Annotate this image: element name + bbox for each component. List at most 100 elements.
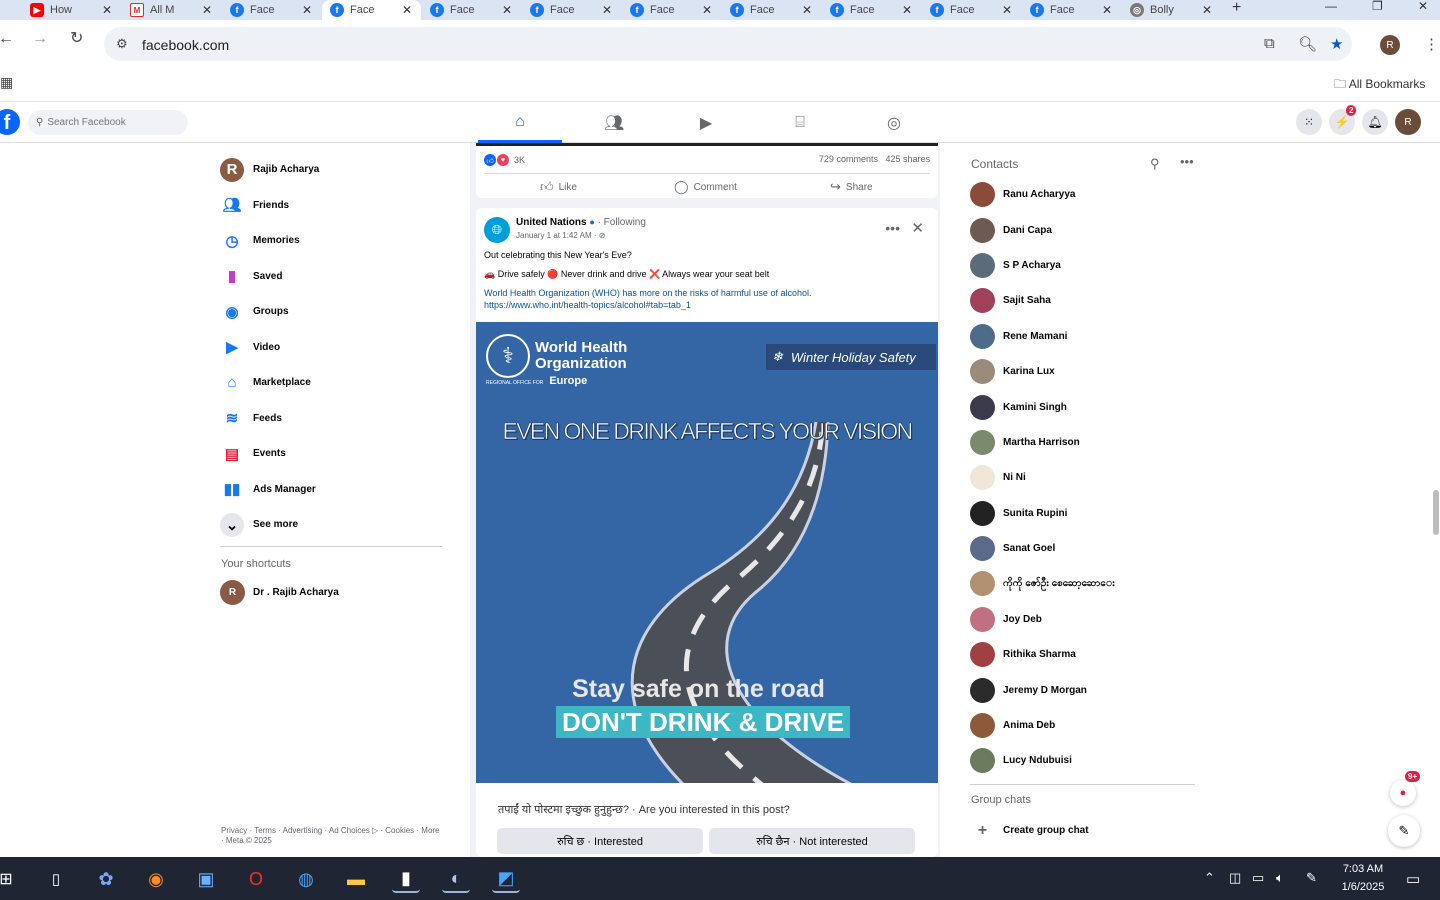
opera-icon[interactable]: O: [242, 865, 270, 893]
contacts-search-icon[interactable]: ⚲: [1150, 156, 1160, 172]
sidebar-item-friends[interactable]: 👥︎ Friends: [220, 188, 442, 224]
bookmark-star-icon[interactable]: ★: [1330, 35, 1343, 53]
close-tab-icon[interactable]: ✕: [199, 3, 215, 17]
browser-tab[interactable]: ▶ How ✕: [22, 0, 121, 20]
nav-friends-tab[interactable]: 👥︎: [572, 103, 656, 143]
create-group-chat-button[interactable]: + Create group chat: [970, 818, 1089, 843]
post-more-icon[interactable]: •••: [885, 220, 900, 236]
forward-icon[interactable]: →: [32, 30, 48, 48]
store-icon[interactable]: ▣: [192, 865, 220, 893]
pen-icon[interactable]: ✎: [1306, 870, 1317, 886]
post-image[interactable]: ⚕ World Health Organization REGIONAL OFFI…: [476, 322, 938, 783]
contact-item[interactable]: Jeremy D Morgan: [970, 672, 1190, 707]
contact-item[interactable]: Joy Deb: [970, 602, 1190, 637]
browser-menu-icon[interactable]: ⋮: [1424, 35, 1439, 53]
back-icon[interactable]: ←: [0, 30, 14, 48]
contact-item[interactable]: Dani Capa: [970, 212, 1190, 247]
share-button[interactable]: ↪ Share: [830, 179, 873, 195]
notifications-button[interactable]: 🔔︎: [1362, 109, 1388, 135]
sidebar-item-saved[interactable]: ▮ Saved: [220, 259, 442, 295]
close-window-button[interactable]: ✕: [1418, 0, 1428, 12]
share-count[interactable]: 425 shares: [885, 154, 930, 164]
shortcut-item[interactable]: R Dr . Rajib Acharya: [220, 580, 339, 605]
url-text[interactable]: facebook.com: [142, 37, 229, 53]
sidebar-item-events[interactable]: ▤ Events: [220, 436, 442, 472]
contacts-more-icon[interactable]: •••: [1180, 154, 1194, 169]
who-mention-link[interactable]: World Health Organization (WHO) has more…: [484, 288, 811, 298]
search-input[interactable]: [47, 117, 168, 128]
sidebar-item-groups[interactable]: ◉ Groups: [220, 294, 442, 330]
contact-item[interactable]: Martha Harrison: [970, 425, 1190, 460]
sidebar-item-marketplace[interactable]: ⌂ Marketplace: [220, 365, 442, 401]
sidebar-item-memories[interactable]: ◷ Memories: [220, 223, 442, 259]
zoom-icon[interactable]: 🔍︎: [1298, 35, 1317, 53]
browser-tab[interactable]: f Face ✕: [422, 0, 521, 20]
un-avatar[interactable]: 🌐︎: [484, 217, 510, 243]
minimize-button[interactable]: —: [1325, 0, 1337, 12]
browser-tab[interactable]: f Face ✕: [822, 0, 921, 20]
close-tab-icon[interactable]: ✕: [799, 3, 815, 17]
close-tab-icon[interactable]: ✕: [399, 3, 415, 17]
close-tab-icon[interactable]: ✕: [699, 3, 715, 17]
all-bookmarks-button[interactable]: 🗀 All Bookmarks: [1334, 75, 1425, 96]
like-button[interactable]: 👍︎ Like: [540, 179, 577, 195]
menu-grid-button[interactable]: ⁙: [1296, 109, 1322, 135]
close-tab-icon[interactable]: ✕: [1099, 3, 1115, 17]
close-tab-icon[interactable]: ✕: [299, 3, 315, 17]
browser-profile-avatar[interactable]: R: [1380, 35, 1400, 55]
sidebar-item-feeds[interactable]: ≋ Feeds: [220, 401, 442, 437]
tray-chevron-icon[interactable]: ⌃: [1204, 870, 1215, 886]
browser-tab[interactable]: f Face ✕: [1022, 0, 1121, 20]
facebook-search[interactable]: ⚲: [28, 110, 188, 135]
nav-home-tab[interactable]: ⌂: [478, 103, 562, 143]
close-tab-icon[interactable]: ✕: [499, 3, 515, 17]
chrome-icon[interactable]: ◍: [292, 865, 320, 893]
contact-item[interactable]: Ranu Acharyya: [970, 177, 1190, 212]
browser-tab[interactable]: M All M ✕: [122, 0, 221, 20]
not-interested-button[interactable]: रुचि छैन · Not interested: [709, 828, 915, 854]
sidebar-item-see-more[interactable]: ⌄ See more: [220, 507, 442, 543]
reaction-summary[interactable]: 👍︎ ♥ 3K: [484, 154, 525, 166]
post-author[interactable]: United Nations: [516, 217, 587, 228]
account-avatar[interactable]: R: [1395, 109, 1421, 135]
nav-marketplace-tab[interactable]: ⌸: [758, 103, 842, 143]
firefox-icon[interactable]: ◉: [142, 865, 170, 893]
nav-video-tab[interactable]: ▶: [664, 103, 748, 143]
interested-button[interactable]: रुचि छ · Interested: [497, 828, 703, 854]
contact-item[interactable]: Sanat Goel: [970, 531, 1190, 566]
apps-grid-icon[interactable]: ▦: [0, 74, 13, 91]
volume-icon[interactable]: 🔈︎: [1276, 870, 1284, 886]
close-tab-icon[interactable]: ✕: [899, 3, 915, 17]
install-app-icon[interactable]: ⧉: [1264, 35, 1275, 52]
post-stats[interactable]: 729 comments 425 shares: [819, 154, 930, 164]
copilot-icon[interactable]: ✿: [92, 865, 120, 893]
browser-tab[interactable]: ◎ Bolly ✕: [1122, 0, 1221, 20]
close-tab-icon[interactable]: ✕: [1199, 3, 1215, 17]
file-explorer-icon[interactable]: ▬: [342, 865, 370, 893]
notification-center-icon[interactable]: ▭: [1406, 870, 1420, 888]
facebook-logo-icon[interactable]: f: [0, 109, 20, 135]
meet-now-icon[interactable]: ◫: [1229, 870, 1241, 886]
task-view-icon[interactable]: ▯: [42, 865, 70, 893]
comment-button[interactable]: ◯ Comment: [674, 179, 737, 195]
photos-icon[interactable]: ◐: [442, 865, 470, 893]
contact-item[interactable]: Rene Mamani: [970, 319, 1190, 354]
browser-tab[interactable]: f Face ✕: [322, 0, 421, 20]
new-tab-button[interactable]: +: [1232, 0, 1241, 16]
browser-tab[interactable]: f Face ✕: [922, 0, 1021, 20]
browser-tab[interactable]: f Face ✕: [222, 0, 321, 20]
footer-links[interactable]: Privacy · Terms · Advertising · Ad Choic…: [221, 826, 443, 846]
reload-icon[interactable]: ↻: [70, 30, 83, 48]
contact-item[interactable]: ကိုကို ဇော်ဦး စေဆော့ဆောေး: [970, 566, 1190, 601]
contact-item[interactable]: Anima Deb: [970, 708, 1190, 743]
contact-item[interactable]: Sunita Rupini: [970, 496, 1190, 531]
new-message-button[interactable]: ✎: [1388, 815, 1420, 847]
post-close-icon[interactable]: ✕: [911, 219, 924, 237]
site-settings-icon[interactable]: ⚙: [116, 36, 128, 52]
sidebar-item-ads-manager[interactable]: ▮▮ Ads Manager: [220, 472, 442, 508]
contact-item[interactable]: S P Acharya: [970, 248, 1190, 283]
paint-icon[interactable]: ◩: [492, 865, 520, 893]
browser-tab[interactable]: f Face ✕: [622, 0, 721, 20]
sidebar-item-video[interactable]: ▶ Video: [220, 330, 442, 366]
post-url-link[interactable]: https://www.who.int/health-topics/alcoho…: [484, 300, 934, 311]
